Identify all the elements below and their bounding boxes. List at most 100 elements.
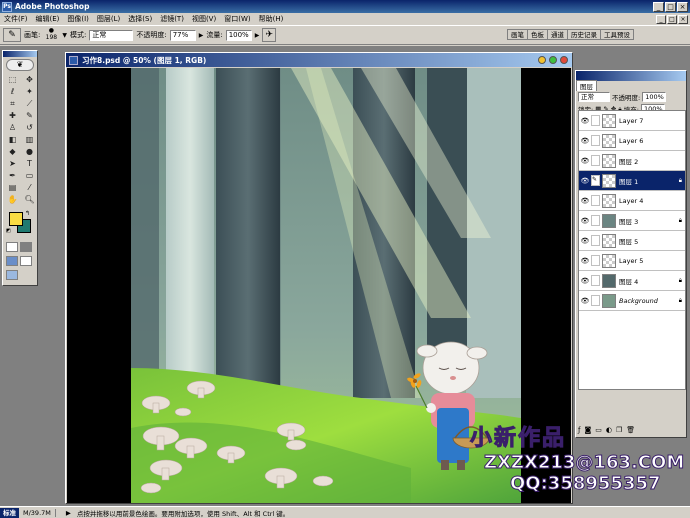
link-icon[interactable]: [591, 255, 600, 266]
layer-row[interactable]: 👁︎ Layer 7: [579, 111, 685, 131]
brush-picker[interactable]: ● 198: [43, 27, 59, 43]
tab-tool-presets[interactable]: 工具预设: [600, 29, 634, 40]
doc-minimize-button[interactable]: _: [656, 14, 666, 24]
layer-row[interactable]: 👁︎ 图层 3 🔒︎: [579, 211, 685, 231]
layer-row[interactable]: 👁︎ Layer 5: [579, 251, 685, 271]
flow-slider-icon[interactable]: ▶: [255, 32, 260, 39]
image-canvas[interactable]: [131, 68, 521, 503]
menu-help[interactable]: 帮助(H): [255, 14, 288, 24]
link-icon[interactable]: [591, 195, 600, 206]
type-tool-icon[interactable]: T: [22, 158, 37, 169]
link-icon[interactable]: [591, 155, 600, 166]
doc-minimize-icon[interactable]: [538, 56, 546, 64]
layer-row[interactable]: 👁︎ 图层 5: [579, 231, 685, 251]
eye-icon[interactable]: 👁︎: [579, 197, 591, 205]
menu-filter[interactable]: 滤镜(T): [156, 14, 188, 24]
notes-tool-icon[interactable]: ▤: [5, 182, 20, 193]
jump-to-imageready-icon[interactable]: [6, 270, 18, 280]
doc-close-button[interactable]: ×: [678, 14, 688, 24]
flow-field[interactable]: 100%: [225, 29, 252, 41]
brush-link-icon[interactable]: ✎: [591, 175, 600, 186]
pen-tool-icon[interactable]: ✒: [5, 170, 20, 181]
eye-icon[interactable]: 👁︎: [579, 137, 591, 145]
clone-stamp-tool-icon[interactable]: ♙: [5, 122, 20, 133]
magic-wand-tool-icon[interactable]: ✦: [22, 86, 37, 97]
eye-icon[interactable]: 👁︎: [579, 297, 591, 305]
layer-row[interactable]: 👁︎ Layer 6: [579, 131, 685, 151]
menu-edit[interactable]: 编辑(E): [32, 14, 64, 24]
opacity-slider-icon[interactable]: ▶: [199, 32, 204, 39]
hand-tool-icon[interactable]: ✋: [5, 194, 20, 205]
link-icon[interactable]: [591, 215, 600, 226]
layer-row[interactable]: 👁︎ Background 🔒︎: [579, 291, 685, 311]
menu-layer[interactable]: 图层(L): [93, 14, 124, 24]
gradient-tool-icon[interactable]: ▥: [22, 134, 37, 145]
eye-icon[interactable]: 👁︎: [579, 177, 591, 185]
airbrush-icon[interactable]: ✈: [262, 28, 277, 42]
screen-mode-standard-icon[interactable]: [6, 256, 18, 266]
start-button[interactable]: 标准: [0, 507, 19, 518]
tab-channels[interactable]: 通道: [547, 29, 567, 40]
marquee-tool-icon[interactable]: ⬚: [5, 74, 20, 85]
brush-tool-icon[interactable]: ✎: [22, 110, 37, 121]
close-button[interactable]: ×: [677, 1, 688, 12]
layer-blend-mode-select[interactable]: 正常: [578, 92, 610, 102]
dodge-tool-icon[interactable]: ●: [22, 146, 37, 157]
eraser-tool-icon[interactable]: ◧: [5, 134, 20, 145]
eye-icon[interactable]: 👁︎: [579, 217, 591, 225]
menu-file[interactable]: 文件(F): [0, 14, 32, 24]
layer-row[interactable]: 👁︎ 图层 4 🔒︎: [579, 271, 685, 291]
shape-tool-icon[interactable]: ▭: [22, 170, 37, 181]
link-icon[interactable]: [591, 295, 600, 306]
screen-mode-full-icon[interactable]: [20, 256, 32, 266]
eye-icon[interactable]: 👁︎: [579, 277, 591, 285]
doc-maximize-icon[interactable]: [549, 56, 557, 64]
eye-icon[interactable]: 👁︎: [579, 257, 591, 265]
eye-icon[interactable]: 👁︎: [579, 117, 591, 125]
link-icon[interactable]: [591, 135, 600, 146]
crop-tool-icon[interactable]: ⌗: [5, 98, 20, 109]
status-arrow-icon[interactable]: ▶: [66, 509, 71, 517]
layer-row-active[interactable]: 👁︎ ✎ 图层 1 🔒︎: [579, 171, 685, 191]
move-tool-icon[interactable]: ✥: [22, 74, 37, 85]
link-icon[interactable]: [591, 235, 600, 246]
doc-close-icon[interactable]: [560, 56, 568, 64]
slice-tool-icon[interactable]: ⟋: [22, 98, 37, 109]
healing-brush-tool-icon[interactable]: ✚: [5, 110, 20, 121]
brush-tool-preset-icon[interactable]: ✎: [3, 28, 21, 42]
history-brush-tool-icon[interactable]: ↺: [22, 122, 37, 133]
layer-row[interactable]: 👁︎ Layer 4: [579, 191, 685, 211]
adobe-feather-icon[interactable]: ❦: [6, 59, 34, 71]
tab-history[interactable]: 历史记录: [567, 29, 600, 40]
menu-select[interactable]: 选择(S): [124, 14, 156, 24]
doc-restore-button[interactable]: □: [667, 14, 677, 24]
foreground-color-swatch[interactable]: [9, 212, 23, 226]
path-selection-tool-icon[interactable]: ➤: [5, 158, 20, 169]
opacity-field[interactable]: 77%: [169, 29, 196, 41]
tab-brushes[interactable]: 画笔: [507, 29, 527, 40]
default-colors-icon[interactable]: ◩: [6, 228, 12, 234]
maximize-button[interactable]: □: [665, 1, 676, 12]
eye-icon[interactable]: 👁︎: [579, 237, 591, 245]
eyedropper-tool-icon[interactable]: ⁄: [22, 182, 37, 193]
minimize-button[interactable]: _: [653, 1, 664, 12]
layer-row[interactable]: 👁︎ 图层 2: [579, 151, 685, 171]
tab-swatches[interactable]: 色板: [527, 29, 547, 40]
eye-icon[interactable]: 👁︎: [579, 157, 591, 165]
blur-tool-icon[interactable]: ◆: [5, 146, 20, 157]
options-bar: ✎ 画笔: ● 198 ▼ 模式: 正常 不透明度: 77% ▶ 流量: 100…: [0, 25, 690, 45]
menu-image[interactable]: 图像(I): [63, 14, 93, 24]
zoom-tool-icon[interactable]: 🔍︎: [22, 194, 37, 205]
link-icon[interactable]: [591, 275, 600, 286]
tab-layers[interactable]: 图层: [576, 80, 597, 91]
mode-select[interactable]: 正常: [89, 29, 134, 41]
link-icon[interactable]: [591, 115, 600, 126]
standard-mode-icon[interactable]: [6, 242, 18, 252]
lasso-tool-icon[interactable]: ℓ: [5, 86, 20, 97]
quick-mask-mode-icon[interactable]: [20, 242, 32, 252]
layer-opacity-field[interactable]: 100%: [642, 92, 667, 102]
menu-view[interactable]: 视图(V): [188, 14, 220, 24]
menu-window[interactable]: 窗口(W): [220, 14, 254, 24]
brush-dropdown-icon[interactable]: ▼: [62, 32, 67, 39]
swap-colors-icon[interactable]: ↰: [25, 210, 30, 217]
